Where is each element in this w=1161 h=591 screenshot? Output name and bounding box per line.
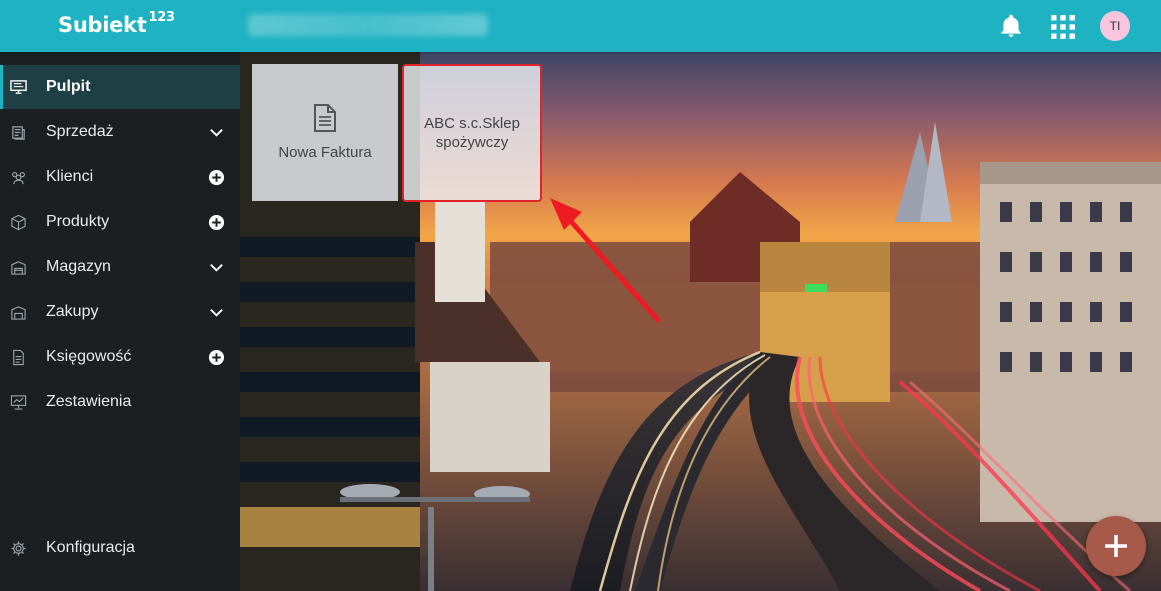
add-client-plus-icon[interactable] — [208, 169, 225, 186]
dashboard-main: Nowa Faktura ABC s.c.Sklep spożywczy — [240, 52, 1161, 591]
sidebar-item-label: Konfiguracja — [46, 539, 135, 556]
sidebar-item-label: Produkty — [46, 213, 110, 230]
add-fab-button[interactable] — [1086, 516, 1146, 576]
user-initials: TI — [1109, 19, 1121, 33]
plus-icon — [1105, 535, 1127, 557]
sidebar-item-label: Sprzedaż — [46, 123, 114, 140]
sidebar-item-magazyn[interactable]: Magazyn — [0, 245, 240, 289]
sidebar-item-klienci[interactable]: Klienci — [0, 155, 240, 199]
chevron-down-icon[interactable] — [208, 259, 225, 276]
bell-icon[interactable] — [998, 13, 1024, 39]
sidebar-item-label: Zestawienia — [46, 393, 132, 410]
users-icon — [12, 172, 25, 185]
sidebar-item-sprzedaz[interactable]: Sprzedaż — [0, 110, 240, 154]
user-avatar[interactable]: TI — [1100, 11, 1130, 41]
sidebar-item-ksiegowosc[interactable]: Księgowość — [0, 335, 240, 379]
sidebar-item-label: Magazyn — [46, 258, 111, 275]
chevron-down-icon[interactable] — [208, 304, 225, 321]
tile-label: Nowa Faktura — [278, 144, 372, 161]
add-product-plus-icon[interactable] — [208, 214, 225, 231]
app-name: Subiekt — [58, 13, 147, 37]
purchase-icon — [11, 306, 26, 320]
sales-icon — [12, 126, 25, 140]
sidebar-item-produkty[interactable]: Produkty — [0, 200, 240, 244]
apps-grid-icon[interactable] — [1050, 14, 1076, 40]
tile-company[interactable]: ABC s.c.Sklep spożywczy — [402, 64, 542, 202]
chevron-down-icon[interactable] — [208, 124, 225, 141]
app-version: 123 — [148, 10, 175, 25]
sidebar-item-konfiguracja[interactable]: Konfiguracja — [0, 526, 240, 570]
sidebar-item-label: Klienci — [46, 168, 94, 185]
sidebar-item-pulpit[interactable]: Pulpit — [0, 65, 240, 109]
sidebar: Pulpit Sprzedaż Klienci Produkty Magazyn… — [0, 52, 240, 591]
sidebar-item-zestawienia[interactable]: Zestawienia — [0, 380, 240, 424]
document-icon — [13, 349, 24, 366]
app-logo[interactable]: Subiekt 123 — [58, 10, 175, 37]
box-icon — [11, 214, 26, 231]
gear-icon — [11, 541, 26, 556]
warehouse-icon — [11, 261, 26, 275]
sidebar-item-label: Księgowość — [46, 348, 132, 365]
sidebar-item-label: Zakupy — [46, 303, 99, 320]
top-bar: Subiekt 123 TI — [0, 0, 1161, 52]
sidebar-item-zakupy[interactable]: Zakupy — [0, 290, 240, 334]
report-icon — [10, 395, 27, 410]
company-name-blurred[interactable] — [248, 14, 488, 36]
desktop-icon — [10, 80, 27, 94]
sidebar-item-label: Pulpit — [46, 78, 91, 95]
tile-label: ABC s.c.Sklep spożywczy — [424, 115, 520, 151]
invoice-icon — [314, 104, 336, 132]
add-accounting-plus-icon[interactable] — [208, 349, 225, 366]
tile-new-invoice[interactable]: Nowa Faktura — [252, 64, 398, 201]
